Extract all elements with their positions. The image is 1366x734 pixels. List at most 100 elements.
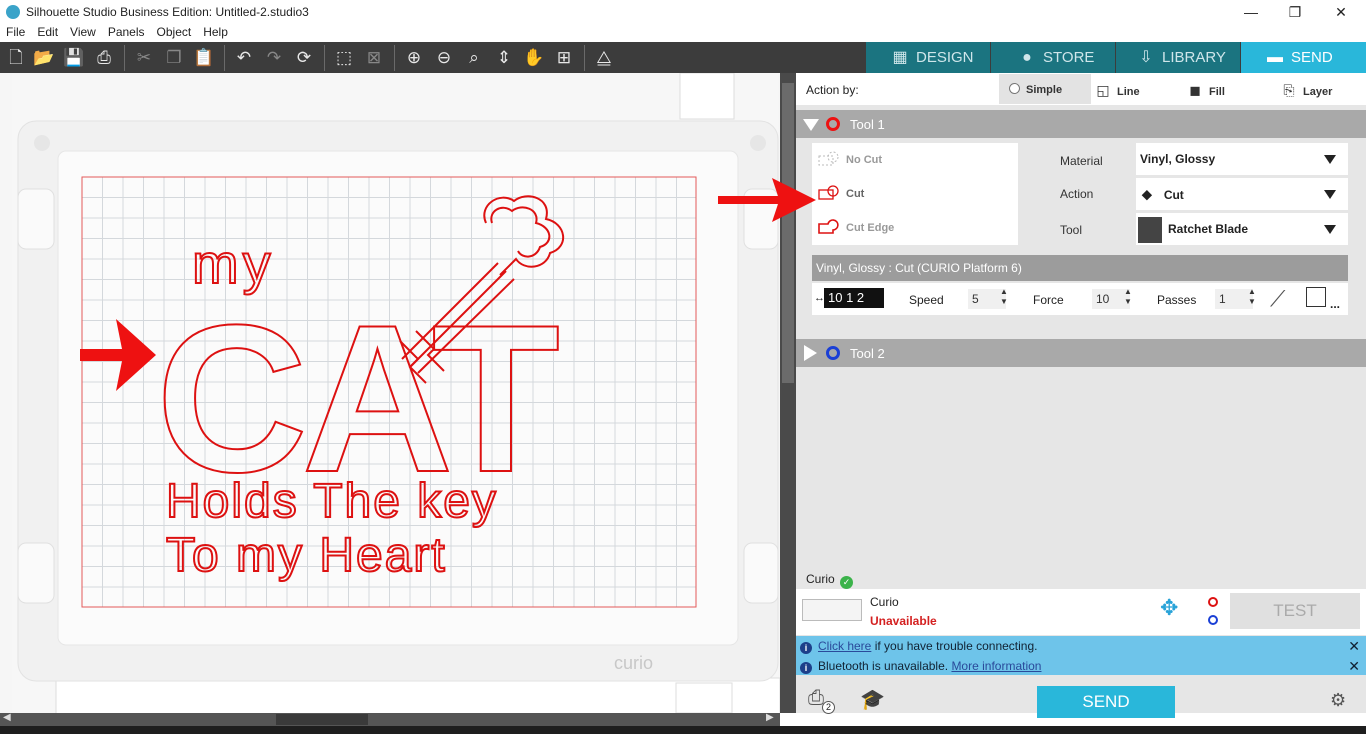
design-text-line4: To my Heart — [166, 529, 447, 582]
zoom-out-icon[interactable]: ⊖ — [432, 46, 456, 70]
info-bar-connection: i Click here if you have trouble connecti… — [796, 636, 1366, 656]
device-row[interactable]: Curio Unavailable ✥ TEST — [796, 589, 1366, 635]
action-label: Action — [1060, 187, 1094, 201]
passes-stepper[interactable]: ▲ ▼ — [1248, 287, 1256, 307]
cut-style-options: No Cut Cut Cut Edge — [812, 143, 1018, 245]
action-tab-simple[interactable]: Simple — [999, 74, 1091, 104]
paste-icon[interactable]: 📋 — [192, 46, 216, 70]
info-bar-bluetooth: i Bluetooth is unavailable. More informat… — [796, 656, 1366, 676]
vertical-scroll-thumb[interactable] — [782, 83, 794, 383]
collapse-triangle-icon[interactable] — [803, 119, 819, 131]
fit-page-icon[interactable]: ⊞ — [552, 46, 576, 70]
restore-button[interactable]: ❐ — [1272, 2, 1318, 22]
drag-zoom-icon[interactable]: ⇕ — [492, 46, 516, 70]
blade-setting-display: 10 1 2 — [824, 288, 884, 308]
close-icon[interactable]: ✕ — [1348, 656, 1360, 676]
redo-icon[interactable]: ↷ — [262, 46, 286, 70]
tab-send[interactable]: ▬ SEND — [1241, 42, 1366, 73]
action-dropdown[interactable]: ⬥ Cut — [1136, 178, 1348, 210]
option-no-cut[interactable]: No Cut — [818, 149, 882, 171]
line-icon: ◱ — [1096, 82, 1110, 98]
info-icon: i — [800, 662, 812, 674]
force-stepper[interactable]: ▲ ▼ — [1124, 287, 1132, 307]
option-cut-edge[interactable]: Cut Edge — [818, 217, 894, 239]
close-button[interactable]: ✕ — [1318, 2, 1364, 22]
horizontal-scroll-thumb[interactable] — [276, 714, 368, 725]
more-information-link[interactable]: More information — [951, 659, 1041, 673]
chevron-down-icon — [1324, 190, 1336, 199]
tab-design[interactable]: ▦ DESIGN — [866, 42, 990, 73]
overcut-icon[interactable] — [1306, 287, 1326, 307]
queue-count-badge: 2 — [822, 701, 835, 714]
action-by-label: Action by: — [806, 83, 859, 97]
scroll-left-icon[interactable]: ◀ — [3, 712, 11, 723]
tool-label: Tool — [1060, 223, 1083, 237]
more-options-button[interactable]: ... — [1330, 297, 1340, 311]
connected-check-icon: ✓ — [840, 576, 854, 589]
speed-label: Speed — [909, 293, 944, 307]
expand-triangle-icon[interactable] — [804, 345, 817, 361]
minimize-button[interactable]: — — [1228, 2, 1274, 22]
tab-library[interactable]: ⇩ LIBRARY — [1116, 42, 1240, 73]
print-icon[interactable]: ⎙ — [92, 46, 116, 70]
gear-icon[interactable]: ⚙ — [1330, 690, 1346, 711]
device-model: Curio — [870, 595, 899, 609]
fill-icon: ◼ — [1189, 82, 1201, 98]
scroll-right-icon[interactable]: ▶ — [766, 712, 774, 723]
deselect-icon[interactable]: ⊠ — [362, 46, 386, 70]
menu-object[interactable]: Object — [151, 24, 198, 39]
workspace-tabs: ▦ DESIGN ● STORE ⇩ LIBRARY ▬ SEND — [866, 42, 1366, 73]
menu-edit[interactable]: Edit — [31, 24, 64, 39]
grid-icon: ▦ — [892, 49, 908, 66]
horizontal-scrollbar[interactable]: ◀ ▶ — [0, 712, 780, 726]
option-cut[interactable]: Cut — [818, 183, 864, 205]
device-status: Unavailable — [870, 614, 937, 628]
tool2-header[interactable]: Tool 2 — [796, 339, 1366, 367]
window-title: Silhouette Studio Business Edition: Unti… — [26, 5, 309, 19]
copy-icon[interactable]: ❐ — [162, 46, 186, 70]
curio-machine-icon — [802, 599, 862, 621]
action-tab-layer[interactable]: ⎘ Layer — [1273, 74, 1366, 104]
select-all-icon[interactable]: ⬚ — [332, 46, 356, 70]
design-library-icon[interactable]: ⧋ — [592, 46, 616, 70]
speed-stepper[interactable]: ▲ ▼ — [1000, 287, 1008, 307]
new-file-icon[interactable]: 🗋 — [4, 46, 28, 70]
material-label: Material — [1060, 154, 1103, 168]
tool1-indicator-icon — [1208, 597, 1218, 607]
zoom-select-icon[interactable]: ⌕ — [462, 46, 486, 70]
radio-icon — [1009, 83, 1020, 94]
menu-file[interactable]: File — [0, 24, 31, 39]
menu-view[interactable]: View — [64, 24, 102, 39]
tool1-color-icon — [826, 117, 840, 131]
move-arrows-icon[interactable]: ✥ — [1160, 595, 1178, 621]
tab-store[interactable]: ● STORE — [991, 42, 1115, 73]
vertical-scrollbar[interactable] — [780, 73, 796, 713]
tool-dropdown[interactable]: Ratchet Blade — [1136, 213, 1348, 245]
save-icon[interactable]: 💾 — [62, 46, 86, 70]
open-folder-icon[interactable]: 📂 — [32, 46, 56, 70]
action-tab-fill[interactable]: ◼ Fill — [1181, 74, 1273, 104]
close-icon[interactable]: ✕ — [1348, 636, 1360, 656]
menu-help[interactable]: Help — [197, 24, 234, 39]
redraw-icon[interactable]: ⟳ — [292, 46, 316, 70]
menu-panels[interactable]: Panels — [102, 24, 151, 39]
cut-icon[interactable]: ✂ — [132, 46, 156, 70]
force-label: Force — [1033, 293, 1064, 307]
send-bottom-bar: ⎙ 2 🎓 SEND ⚙ — [796, 675, 1366, 718]
tool1-header[interactable]: Tool 1 — [796, 110, 1366, 138]
test-button[interactable]: TEST — [1230, 593, 1360, 629]
send-button[interactable]: SEND — [1037, 686, 1175, 718]
tool2-name: Tool 2 — [850, 346, 885, 361]
design-canvas[interactable]: curio my CAT Holds The key To my Heart — [0, 73, 780, 713]
click-here-link[interactable]: Click here — [818, 639, 871, 653]
action-tab-line[interactable]: ◱ Line — [1091, 74, 1181, 104]
graduation-cap-icon[interactable]: 🎓 — [860, 687, 885, 712]
tool1-name: Tool 1 — [850, 117, 885, 132]
zoom-in-icon[interactable]: ⊕ — [402, 46, 426, 70]
pan-hand-icon[interactable]: ✋ — [522, 46, 546, 70]
undo-icon[interactable]: ↶ — [232, 46, 256, 70]
material-dropdown[interactable]: Vinyl, Glossy — [1136, 143, 1348, 175]
info-icon: i — [800, 642, 812, 654]
line-segment-icon[interactable]: ⟋ — [1270, 286, 1285, 312]
device-header: Curio ✓ — [796, 569, 1366, 589]
